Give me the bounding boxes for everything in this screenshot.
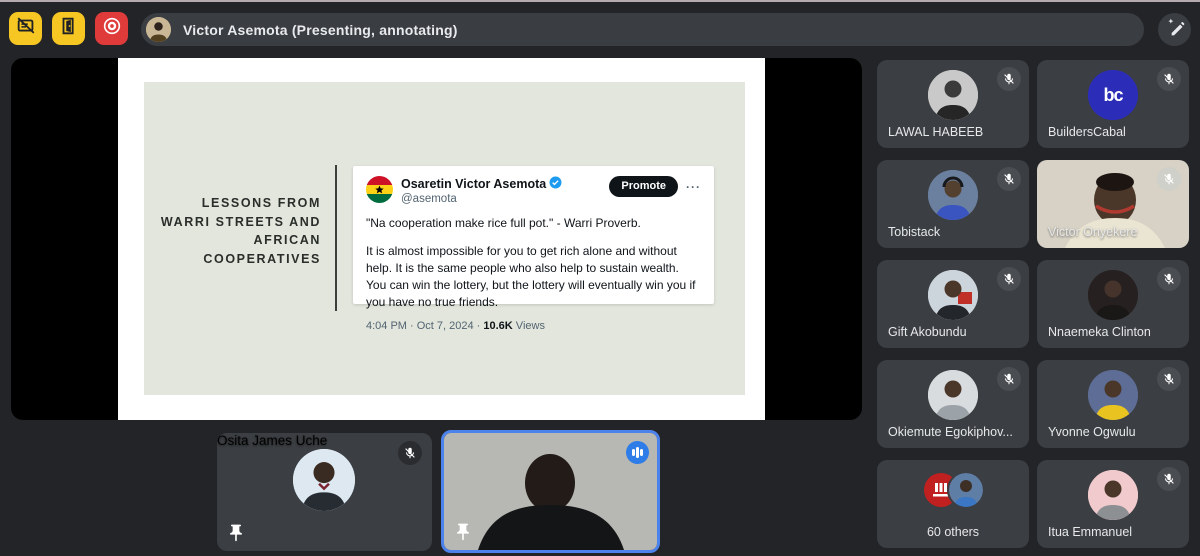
speaking-indicator-icon [626, 441, 649, 464]
slide-title: LESSONS FROM WARRI STREETS AND AFRICAN C… [144, 194, 321, 268]
ghana-flag-avatar [366, 176, 393, 203]
participant-tile-gift-akobundu[interactable]: Gift Akobundu [877, 260, 1029, 348]
filmstrip-tile-victor-asemota[interactable]: Victor Asemota [441, 430, 660, 553]
participant-tile-nnaemeka-clinton[interactable]: Nnaemeka Clinton [1037, 260, 1189, 348]
slide-title-line: LESSONS FROM [201, 196, 321, 210]
participant-name: LAWAL HABEEB [888, 125, 984, 139]
slide-divider [335, 165, 337, 311]
tweet-author-name: Osaretin Victor Asemota [401, 177, 547, 191]
avatar [293, 449, 355, 511]
mic-off-badge [398, 441, 422, 465]
annotate-button[interactable] [1158, 13, 1191, 46]
participant-tile-yvonne-ogwulu[interactable]: Yvonne Ogwulu [1037, 360, 1189, 448]
participant-tile-builderscabal[interactable]: bc BuildersCabal [1037, 60, 1189, 148]
participant-name: 60 others [926, 525, 980, 539]
tweet-more-icon: ··· [686, 179, 701, 194]
promote-button: Promote [609, 176, 678, 197]
slide-title-line: AFRICAN [253, 233, 321, 247]
tweet-meta: 4:04 PM · Oct 7, 2024 · 10.6K Views [366, 320, 701, 332]
participant-tile-60-others[interactable]: 60 others [877, 460, 1029, 548]
participant-tile-okiemute-egokiphov[interactable]: Okiemute Egokiphov... [877, 360, 1029, 448]
tweet-views-count: 10.6K [483, 319, 513, 332]
mic-off-badge [997, 67, 1021, 91]
tweet-card: Osaretin Victor Asemota @asemota Promote… [353, 166, 714, 332]
presenter-avatar [146, 17, 171, 42]
logo-text: bc [1103, 85, 1123, 105]
slide-title-line: COOPERATIVES [203, 251, 321, 266]
presentation-stage[interactable]: LESSONS FROM WARRI STREETS AND AFRICAN C… [11, 58, 862, 420]
avatar [928, 270, 978, 320]
window-top-edge [0, 0, 1200, 2]
record-icon [101, 15, 123, 42]
presentation-off-icon [15, 15, 37, 42]
tweet-text-body: It is almost impossible for you to get r… [366, 243, 696, 309]
participant-name: Yvonne Ogwulu [1048, 425, 1136, 439]
filmstrip-tile-osita-james-uche[interactable]: Osita James Uche [217, 433, 432, 551]
participant-name: BuildersCabal [1048, 125, 1126, 139]
presenter-pill-label: Victor Asemota (Presenting, annotating) [183, 21, 458, 38]
avatar [1088, 270, 1138, 320]
participant-tile-victor-onyekere[interactable]: Victor Onyekere [1037, 160, 1189, 248]
group-avatars [877, 471, 1029, 509]
tweet-text-proverb: "Na cooperation make rice full pot." - W… [366, 215, 641, 230]
participant-name: Tobistack [888, 225, 941, 239]
participant-name: Victor Onyekere [1048, 225, 1138, 239]
door-icon [58, 15, 80, 42]
tweet-views-label: Views [512, 319, 545, 332]
slide-title-line: WARRI STREETS AND [160, 214, 321, 229]
participant-name: Okiemute Egokiphov... [888, 425, 1013, 439]
mic-off-badge [1157, 467, 1181, 491]
mic-off-badge [1157, 67, 1181, 91]
presenter-pill[interactable]: Victor Asemota (Presenting, annotating) [141, 13, 1144, 46]
pen-sparkle-icon [1165, 17, 1185, 42]
mic-off-badge [997, 267, 1021, 291]
builderscabal-logo: bc [1088, 70, 1138, 120]
avatar [928, 70, 978, 120]
pin-icon [226, 523, 246, 543]
avatar [1088, 470, 1138, 520]
participant-name: Nnaemeka Clinton [1048, 325, 1151, 339]
participant-name: Itua Emmanuel [1048, 525, 1133, 539]
slide-content: LESSONS FROM WARRI STREETS AND AFRICAN C… [144, 82, 745, 395]
mic-off-badge [1157, 167, 1181, 191]
recording-button[interactable] [95, 12, 128, 45]
avatar [1088, 370, 1138, 420]
participant-tile-itua-emmanuel[interactable]: Itua Emmanuel [1037, 460, 1189, 548]
avatar [928, 170, 978, 220]
participant-tile-lawal-habeeb[interactable]: LAWAL HABEEB [877, 60, 1029, 148]
participants-panel: LAWAL HABEEB bc BuildersCabal Tobistack [877, 60, 1189, 548]
participant-tile-tobistack[interactable]: Tobistack [877, 160, 1029, 248]
stop-presenting-button[interactable] [9, 12, 42, 45]
shared-slide: LESSONS FROM WARRI STREETS AND AFRICAN C… [118, 58, 765, 420]
mic-off-badge [1157, 367, 1181, 391]
avatar [928, 370, 978, 420]
group-avatar-photo [946, 471, 985, 509]
tweet-author-handle: @asemota [401, 193, 457, 206]
tweet-timestamp: 4:04 PM · Oct 7, 2024 · [366, 319, 484, 332]
participant-name: Gift Akobundu [888, 325, 967, 339]
verified-badge-icon [549, 176, 562, 192]
mic-off-badge [997, 167, 1021, 191]
mic-off-badge [1157, 267, 1181, 291]
leave-room-button[interactable] [52, 12, 85, 45]
pin-icon [453, 522, 473, 542]
mic-off-badge [997, 367, 1021, 391]
